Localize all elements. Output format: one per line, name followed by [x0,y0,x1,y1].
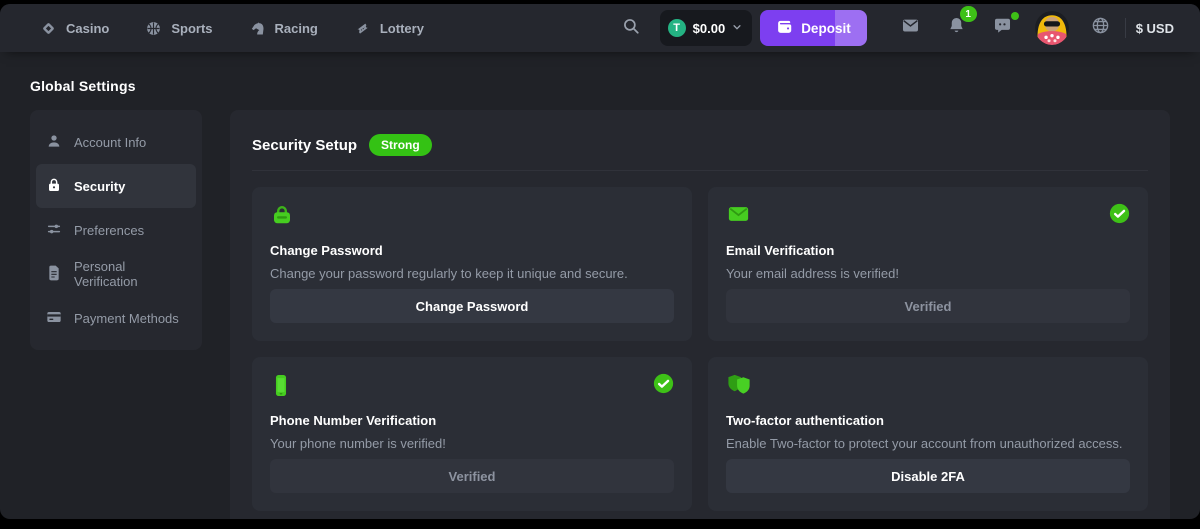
deposit-button[interactable]: Deposit [760,10,867,46]
search-icon [622,17,640,40]
shields-green-icon [726,373,753,402]
phone-verification-card: Phone Number Verification Your phone num… [252,357,692,511]
deposit-label: Deposit [801,21,851,36]
card-description: Your phone number is verified! [270,436,674,451]
card-description: Enable Two-factor to protect your accoun… [726,436,1130,451]
disable-2fa-button[interactable]: Disable 2FA [726,459,1130,493]
app-window: Casino Sports Racing Lottery [0,4,1200,519]
topbar-icons: 1 [893,10,1119,46]
lottery-ticket-icon [354,20,371,37]
sidebar-item-label: Personal Verification [74,259,186,289]
horse-racing-icon [249,20,266,37]
sidebar-item-label: Security [74,179,125,194]
phone-verified-button[interactable]: Verified [270,459,674,493]
topbar-right-cluster: T $0.00 Deposit [614,10,1174,46]
nav-label: Casino [66,21,109,36]
nav-label: Sports [171,21,212,36]
sidebar-item-label: Preferences [74,223,144,238]
currency-selector[interactable]: $ USD [1136,21,1174,36]
sidebar-item-security[interactable]: Security [36,164,196,208]
card-title: Phone Number Verification [270,413,674,428]
sliders-icon [46,221,62,240]
user-avatar[interactable] [1035,11,1069,45]
nav-item-lottery[interactable]: Lottery [354,20,424,37]
search-button[interactable] [614,11,648,45]
change-password-card: Change Password Change your password reg… [252,187,692,341]
tether-coin-icon: T [668,19,686,37]
sidebar-item-personal-verification[interactable]: Personal Verification [36,252,196,296]
verified-check-icon [653,373,674,399]
phone-green-icon [270,373,292,403]
language-button[interactable] [1083,10,1119,46]
security-setup-panel: Security Setup Strong Change Password Ch… [230,110,1170,519]
chat-button[interactable] [985,10,1021,46]
document-icon [46,265,62,284]
card-title: Email Verification [726,243,1130,258]
change-password-button[interactable]: Change Password [270,289,674,323]
sports-icon [145,20,162,37]
wallet-icon [776,18,793,38]
divider [1125,18,1126,38]
credit-card-icon [46,309,62,328]
online-status-dot [1011,12,1019,20]
page-title: Global Settings [30,78,1170,94]
balance-amount: $0.00 [693,21,726,36]
top-navigation-bar: Casino Sports Racing Lottery [0,4,1200,52]
lock-icon [46,177,62,196]
padlock-green-icon [270,203,294,232]
sidebar-item-label: Account Info [74,135,146,150]
email-verification-card: Email Verification Your email address is… [708,187,1148,341]
nav-item-sports[interactable]: Sports [145,20,212,37]
settings-page: Global Settings Account Info Security [0,52,1200,519]
nav-item-casino[interactable]: Casino [40,20,109,37]
nav-item-racing[interactable]: Racing [249,20,318,37]
divider [252,170,1148,171]
nav-label: Racing [275,21,318,36]
email-verified-button[interactable]: Verified [726,289,1130,323]
security-cards-grid: Change Password Change your password reg… [252,187,1148,511]
currency-label: $ USD [1136,21,1174,36]
globe-icon [1091,16,1110,40]
card-description: Change your password regularly to keep i… [270,266,674,281]
settings-sidebar: Account Info Security Preferences [30,110,202,350]
verified-check-icon [1109,203,1130,229]
sidebar-item-label: Payment Methods [74,311,179,326]
sidebar-item-payment-methods[interactable]: Payment Methods [36,296,196,340]
envelope-green-icon [726,203,751,230]
sidebar-item-account-info[interactable]: Account Info [36,120,196,164]
notifications-button[interactable]: 1 [939,10,975,46]
wallet-balance-dropdown[interactable]: T $0.00 [660,10,753,46]
casino-icon [40,20,57,37]
messages-button[interactable] [893,10,929,46]
password-strength-badge: Strong [369,134,432,156]
chevron-down-icon [732,19,742,37]
section-title: Security Setup [252,137,357,154]
nav-label: Lottery [380,21,424,36]
mail-icon [901,16,920,40]
sidebar-item-preferences[interactable]: Preferences [36,208,196,252]
primary-nav: Casino Sports Racing Lottery [40,20,424,37]
chat-bubble-icon [993,16,1012,40]
notification-count-badge: 1 [960,6,977,22]
two-factor-card: Two-factor authentication Enable Two-fac… [708,357,1148,511]
card-description: Your email address is verified! [726,266,1130,281]
card-title: Two-factor authentication [726,413,1130,428]
card-title: Change Password [270,243,674,258]
person-icon [46,133,62,152]
